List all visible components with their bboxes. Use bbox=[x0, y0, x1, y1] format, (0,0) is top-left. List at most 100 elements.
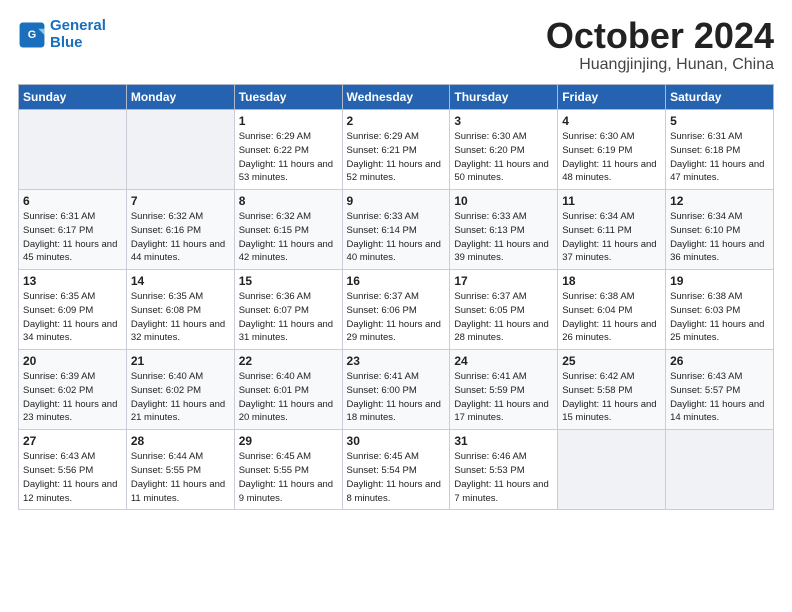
day-info: Sunrise: 6:43 AM Sunset: 5:56 PM Dayligh… bbox=[23, 450, 122, 505]
day-number: 7 bbox=[131, 194, 230, 208]
calendar-cell: 1 Sunrise: 6:29 AM Sunset: 6:22 PM Daylig… bbox=[234, 110, 342, 190]
calendar-cell: 9 Sunrise: 6:33 AM Sunset: 6:14 PM Daylig… bbox=[342, 190, 450, 270]
calendar-cell: 20 Sunrise: 6:39 AM Sunset: 6:02 PM Dayli… bbox=[19, 350, 127, 430]
day-number: 26 bbox=[670, 354, 769, 368]
calendar-cell: 19Sunrise: 6:38 AM Sunset: 6:03 PM Dayli… bbox=[666, 270, 774, 350]
day-number: 11 bbox=[562, 194, 661, 208]
col-monday: Monday bbox=[126, 85, 234, 110]
calendar-cell: 21Sunrise: 6:40 AM Sunset: 6:02 PM Dayli… bbox=[126, 350, 234, 430]
day-info: Sunrise: 6:44 AM Sunset: 5:55 PM Dayligh… bbox=[131, 450, 230, 505]
calendar-cell bbox=[666, 430, 774, 510]
calendar-cell bbox=[558, 430, 666, 510]
calendar-cell: 26 Sunrise: 6:43 AM Sunset: 5:57 PM Dayli… bbox=[666, 350, 774, 430]
calendar-cell: 15Sunrise: 6:36 AM Sunset: 6:07 PM Dayli… bbox=[234, 270, 342, 350]
day-info: Sunrise: 6:38 AM Sunset: 6:04 PM Dayligh… bbox=[562, 290, 661, 345]
header-row: Sunday Monday Tuesday Wednesday Thursday… bbox=[19, 85, 774, 110]
col-tuesday: Tuesday bbox=[234, 85, 342, 110]
col-friday: Friday bbox=[558, 85, 666, 110]
svg-text:G: G bbox=[28, 29, 36, 41]
day-info: Sunrise: 6:33 AM Sunset: 6:14 PM Dayligh… bbox=[347, 210, 446, 265]
day-number: 13 bbox=[23, 274, 122, 288]
day-info: Sunrise: 6:45 AM Sunset: 5:54 PM Dayligh… bbox=[347, 450, 446, 505]
calendar-week-4: 20 Sunrise: 6:39 AM Sunset: 6:02 PM Dayli… bbox=[19, 350, 774, 430]
calendar-cell: 13 Sunrise: 6:35 AM Sunset: 6:09 PM Dayli… bbox=[19, 270, 127, 350]
calendar-cell: 18Sunrise: 6:38 AM Sunset: 6:04 PM Dayli… bbox=[558, 270, 666, 350]
calendar-cell: 6 Sunrise: 6:31 AM Sunset: 6:17 PM Daylig… bbox=[19, 190, 127, 270]
calendar-cell: 4 Sunrise: 6:30 AM Sunset: 6:19 PM Daylig… bbox=[558, 110, 666, 190]
day-info: Sunrise: 6:42 AM Sunset: 5:58 PM Dayligh… bbox=[562, 370, 661, 425]
day-number: 9 bbox=[347, 194, 446, 208]
day-number: 4 bbox=[562, 114, 661, 128]
day-number: 27 bbox=[23, 434, 122, 448]
day-number: 23 bbox=[347, 354, 446, 368]
day-info: Sunrise: 6:32 AM Sunset: 6:15 PM Dayligh… bbox=[239, 210, 338, 265]
day-info: Sunrise: 6:46 AM Sunset: 5:53 PM Dayligh… bbox=[454, 450, 553, 505]
day-info: Sunrise: 6:30 AM Sunset: 6:19 PM Dayligh… bbox=[562, 130, 661, 185]
day-number: 16 bbox=[347, 274, 446, 288]
title-block: October 2024 Huangjinjing, Hunan, China bbox=[546, 18, 774, 74]
month-title: October 2024 bbox=[546, 18, 774, 54]
day-info: Sunrise: 6:29 AM Sunset: 6:21 PM Dayligh… bbox=[347, 130, 446, 185]
day-number: 25 bbox=[562, 354, 661, 368]
calendar-cell: 5Sunrise: 6:31 AM Sunset: 6:18 PM Daylig… bbox=[666, 110, 774, 190]
calendar-cell: 3 Sunrise: 6:30 AM Sunset: 6:20 PM Daylig… bbox=[450, 110, 558, 190]
location-subtitle: Huangjinjing, Hunan, China bbox=[546, 56, 774, 74]
calendar-week-5: 27 Sunrise: 6:43 AM Sunset: 5:56 PM Dayli… bbox=[19, 430, 774, 510]
day-info: Sunrise: 6:32 AM Sunset: 6:16 PM Dayligh… bbox=[131, 210, 230, 265]
day-number: 6 bbox=[23, 194, 122, 208]
col-thursday: Thursday bbox=[450, 85, 558, 110]
day-number: 17 bbox=[454, 274, 553, 288]
calendar-cell bbox=[19, 110, 127, 190]
day-number: 29 bbox=[239, 434, 338, 448]
calendar-week-1: 1 Sunrise: 6:29 AM Sunset: 6:22 PM Daylig… bbox=[19, 110, 774, 190]
calendar-week-2: 6 Sunrise: 6:31 AM Sunset: 6:17 PM Daylig… bbox=[19, 190, 774, 270]
day-number: 1 bbox=[239, 114, 338, 128]
day-number: 3 bbox=[454, 114, 553, 128]
calendar-cell: 23Sunrise: 6:41 AM Sunset: 6:00 PM Dayli… bbox=[342, 350, 450, 430]
calendar-table: Sunday Monday Tuesday Wednesday Thursday… bbox=[18, 84, 774, 510]
day-info: Sunrise: 6:39 AM Sunset: 6:02 PM Dayligh… bbox=[23, 370, 122, 425]
calendar-cell: 30 Sunrise: 6:45 AM Sunset: 5:54 PM Dayli… bbox=[342, 430, 450, 510]
day-info: Sunrise: 6:31 AM Sunset: 6:17 PM Dayligh… bbox=[23, 210, 122, 265]
day-info: Sunrise: 6:43 AM Sunset: 5:57 PM Dayligh… bbox=[670, 370, 769, 425]
day-info: Sunrise: 6:37 AM Sunset: 6:05 PM Dayligh… bbox=[454, 290, 553, 345]
calendar-cell: 7 Sunrise: 6:32 AM Sunset: 6:16 PM Daylig… bbox=[126, 190, 234, 270]
day-number: 22 bbox=[239, 354, 338, 368]
day-number: 8 bbox=[239, 194, 338, 208]
calendar-cell: 10 Sunrise: 6:33 AM Sunset: 6:13 PM Dayli… bbox=[450, 190, 558, 270]
logo-icon: G bbox=[18, 21, 46, 49]
calendar-cell: 31 Sunrise: 6:46 AM Sunset: 5:53 PM Dayli… bbox=[450, 430, 558, 510]
day-number: 31 bbox=[454, 434, 553, 448]
calendar-cell: 17 Sunrise: 6:37 AM Sunset: 6:05 PM Dayli… bbox=[450, 270, 558, 350]
day-number: 30 bbox=[347, 434, 446, 448]
day-info: Sunrise: 6:35 AM Sunset: 6:08 PM Dayligh… bbox=[131, 290, 230, 345]
day-info: Sunrise: 6:40 AM Sunset: 6:02 PM Dayligh… bbox=[131, 370, 230, 425]
day-info: Sunrise: 6:30 AM Sunset: 6:20 PM Dayligh… bbox=[454, 130, 553, 185]
day-number: 12 bbox=[670, 194, 769, 208]
day-info: Sunrise: 6:41 AM Sunset: 5:59 PM Dayligh… bbox=[454, 370, 553, 425]
logo: G General Blue bbox=[18, 18, 106, 51]
header: G General Blue October 2024 Huangjinjing… bbox=[18, 18, 774, 74]
day-number: 5 bbox=[670, 114, 769, 128]
day-info: Sunrise: 6:34 AM Sunset: 6:11 PM Dayligh… bbox=[562, 210, 661, 265]
calendar-cell: 22 Sunrise: 6:40 AM Sunset: 6:01 PM Dayli… bbox=[234, 350, 342, 430]
day-number: 14 bbox=[131, 274, 230, 288]
day-info: Sunrise: 6:33 AM Sunset: 6:13 PM Dayligh… bbox=[454, 210, 553, 265]
calendar-page: G General Blue October 2024 Huangjinjing… bbox=[0, 0, 792, 612]
day-info: Sunrise: 6:29 AM Sunset: 6:22 PM Dayligh… bbox=[239, 130, 338, 185]
calendar-cell: 25 Sunrise: 6:42 AM Sunset: 5:58 PM Dayli… bbox=[558, 350, 666, 430]
calendar-cell: 28 Sunrise: 6:44 AM Sunset: 5:55 PM Dayli… bbox=[126, 430, 234, 510]
day-number: 15 bbox=[239, 274, 338, 288]
day-info: Sunrise: 6:45 AM Sunset: 5:55 PM Dayligh… bbox=[239, 450, 338, 505]
day-number: 10 bbox=[454, 194, 553, 208]
calendar-cell: 12Sunrise: 6:34 AM Sunset: 6:10 PM Dayli… bbox=[666, 190, 774, 270]
day-info: Sunrise: 6:35 AM Sunset: 6:09 PM Dayligh… bbox=[23, 290, 122, 345]
col-sunday: Sunday bbox=[19, 85, 127, 110]
day-number: 19 bbox=[670, 274, 769, 288]
calendar-cell: 14 Sunrise: 6:35 AM Sunset: 6:08 PM Dayli… bbox=[126, 270, 234, 350]
day-info: Sunrise: 6:40 AM Sunset: 6:01 PM Dayligh… bbox=[239, 370, 338, 425]
day-info: Sunrise: 6:37 AM Sunset: 6:06 PM Dayligh… bbox=[347, 290, 446, 345]
day-number: 28 bbox=[131, 434, 230, 448]
calendar-cell: 16 Sunrise: 6:37 AM Sunset: 6:06 PM Dayli… bbox=[342, 270, 450, 350]
day-number: 20 bbox=[23, 354, 122, 368]
